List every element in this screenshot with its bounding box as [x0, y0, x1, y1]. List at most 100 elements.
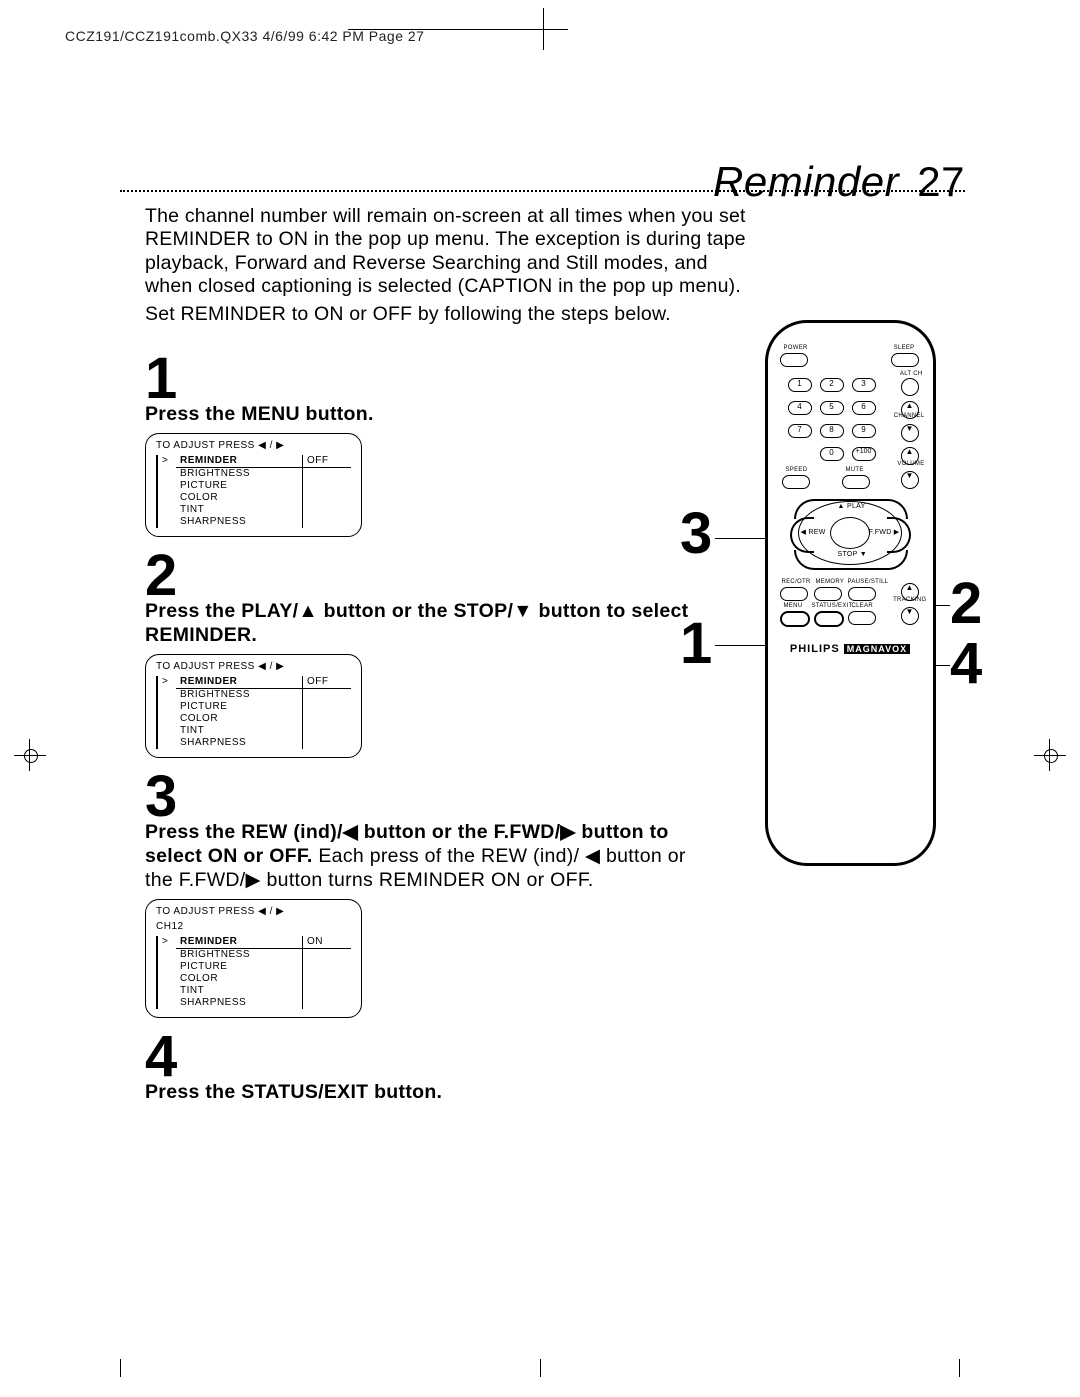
power-button[interactable] [780, 353, 808, 367]
osd-head: TO ADJUST PRESS ◀ / ▶ [156, 906, 351, 917]
step-3: 3 Press the REW (ind)/◀ button or the F.… [145, 772, 705, 1018]
osd-head: TO ADJUST PRESS ◀ / ▶ [156, 440, 351, 451]
osd-head: TO ADJUST PRESS ◀ / ▶ [156, 661, 351, 672]
memory-button[interactable] [814, 587, 842, 601]
intro-block: The channel number will remain on-screen… [145, 205, 755, 330]
arc-top [794, 499, 908, 519]
callout-2: 2 [950, 570, 982, 637]
mute-button[interactable] [842, 475, 870, 489]
label-menu: MENU [784, 603, 803, 609]
osd-item: TINT [176, 985, 303, 997]
osd-panel-2: TO ADJUST PRESS ◀ / ▶ >REMINDEROFF BRIGH… [145, 654, 362, 758]
osd-value: OFF [303, 676, 352, 689]
osd-item: COLOR [176, 973, 303, 985]
arc-left [790, 517, 814, 553]
divider-dotted [120, 190, 965, 196]
intro-p2: Set REMINDER to ON or OFF by following t… [145, 303, 755, 326]
arc-bottom [794, 550, 908, 570]
crop-mark-left [20, 745, 40, 765]
osd-value: ON [303, 936, 352, 949]
osd-item: SHARPNESS [176, 516, 303, 528]
osd-channel: CH12 [156, 921, 351, 932]
altch-button[interactable] [901, 378, 919, 396]
step-num: 2 [145, 551, 177, 600]
num-9[interactable]: 9 [852, 424, 876, 438]
label-clear: CLEAR [852, 603, 874, 609]
crop-mark-bottom [959, 1359, 960, 1377]
num-0[interactable]: 0 [820, 447, 844, 461]
step-num: 4 [145, 1032, 177, 1081]
label-memory: MEMORY [816, 579, 845, 585]
num-2[interactable]: 2 [820, 378, 844, 392]
label-mute: MUTE [846, 467, 864, 473]
step-text: Press the PLAY/▲ button or the STOP/▼ bu… [145, 600, 705, 648]
arc-right [887, 517, 911, 553]
osd-item: SHARPNESS [176, 737, 303, 749]
step-2: 2 Press the PLAY/▲ button or the STOP/▼ … [145, 551, 705, 758]
status-exit-button[interactable] [814, 611, 844, 627]
step-num: 3 [145, 772, 177, 821]
brand-philips: PHILIPS [790, 643, 840, 655]
step-text: Press the MENU button. [145, 403, 705, 427]
remote-body: POWER SLEEP 1 2 3 ALT CH 4 5 6 ▲ CHANNEL… [765, 320, 936, 866]
step-text: Press the STATUS/EXIT button. [145, 1081, 705, 1105]
osd-item: COLOR [176, 492, 303, 504]
osd-item: COLOR [176, 713, 303, 725]
label-channel: CHANNEL [894, 413, 925, 419]
track-down-button[interactable]: ▼ [901, 607, 919, 625]
callout-1: 1 [680, 610, 712, 677]
step-list: 1 Press the MENU button. TO ADJUST PRESS… [145, 354, 705, 1115]
brand: PHILIPS MAGNAVOX [768, 643, 933, 655]
ch-down-button[interactable]: ▼ [901, 424, 919, 442]
label-recotr: REC/OTR [782, 579, 811, 585]
osd-value: OFF [303, 455, 352, 468]
transport-inner [830, 517, 870, 549]
speed-button[interactable] [782, 475, 810, 489]
crop-mark-bottom [120, 1359, 121, 1377]
remote-illustration: 3 1 2 4 POWER SLEEP 1 2 3 ALT CH 4 5 6 ▲… [740, 320, 960, 866]
crop-mark-top [528, 14, 558, 44]
osd-item: PICTURE [176, 480, 303, 492]
step-text: Press the REW (ind)/◀ button or the F.FW… [145, 821, 705, 892]
clear-button[interactable] [848, 611, 876, 625]
manual-page: CCZ191/CCZ191comb.QX33 4/6/99 6:42 PM Pa… [0, 0, 1080, 1397]
label-speed: SPEED [786, 467, 808, 473]
vol-down-button[interactable]: ▼ [901, 471, 919, 489]
num-7[interactable]: 7 [788, 424, 812, 438]
sleep-button[interactable] [891, 353, 919, 367]
label-altch: ALT CH [900, 371, 923, 377]
osd-item: SHARPNESS [176, 997, 303, 1009]
osd-item: REMINDER [176, 455, 303, 468]
num-1[interactable]: 1 [788, 378, 812, 392]
osd-item: BRIGHTNESS [176, 468, 303, 481]
plus100-button[interactable]: +100 [852, 447, 876, 461]
num-3[interactable]: 3 [852, 378, 876, 392]
label-tracking: TRACKING [893, 597, 926, 603]
num-8[interactable]: 8 [820, 424, 844, 438]
crop-mark-right [1040, 745, 1060, 765]
menu-button[interactable] [780, 611, 810, 627]
step-4: 4 Press the STATUS/EXIT button. [145, 1032, 705, 1105]
page-title: Reminder 27 [713, 158, 965, 206]
osd-item: REMINDER [176, 676, 303, 689]
step-1: 1 Press the MENU button. TO ADJUST PRESS… [145, 354, 705, 537]
osd-item: BRIGHTNESS [176, 948, 303, 961]
osd-item: PICTURE [176, 961, 303, 973]
num-6[interactable]: 6 [852, 401, 876, 415]
label-pausestill: PAUSE/STILL [848, 579, 889, 585]
label-volume: VOLUME [897, 461, 924, 467]
label-sleep: SLEEP [894, 345, 915, 351]
num-5[interactable]: 5 [820, 401, 844, 415]
osd-item: TINT [176, 504, 303, 516]
osd-item: PICTURE [176, 701, 303, 713]
label-power: POWER [784, 345, 808, 351]
crop-mark-bottom [540, 1359, 541, 1377]
num-4[interactable]: 4 [788, 401, 812, 415]
osd-panel-1: TO ADJUST PRESS ◀ / ▶ >REMINDEROFF BRIGH… [145, 433, 362, 537]
pause-button[interactable] [848, 587, 876, 601]
step-num: 1 [145, 354, 177, 403]
osd-item: REMINDER [176, 936, 303, 949]
rec-button[interactable] [780, 587, 808, 601]
osd-item: BRIGHTNESS [176, 688, 303, 701]
intro-p1: The channel number will remain on-screen… [145, 205, 755, 299]
